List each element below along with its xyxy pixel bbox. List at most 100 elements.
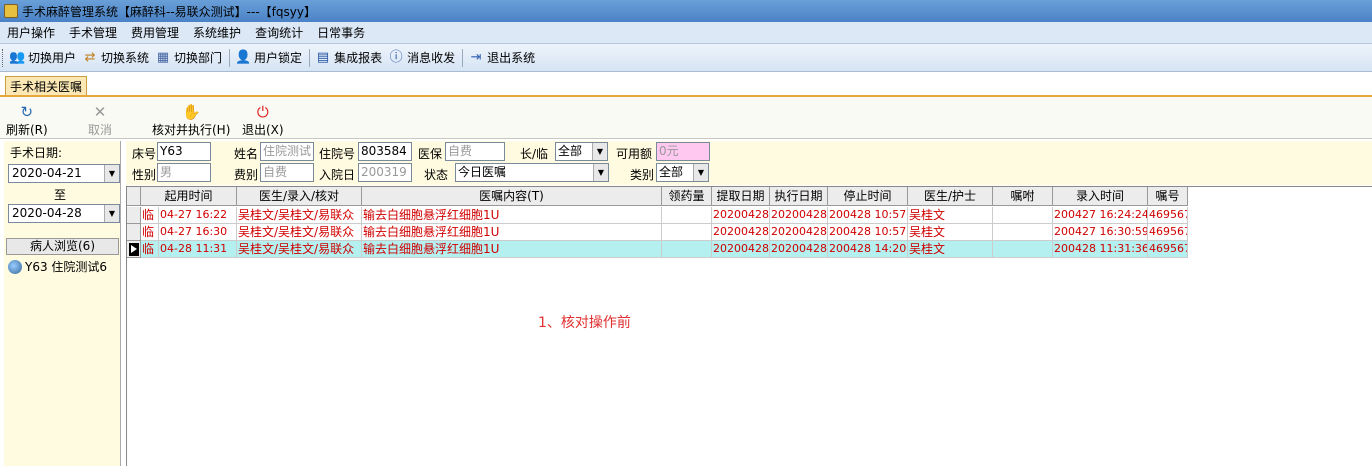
content-cell: 输去白细胞悬浮红细胞1U: [362, 241, 662, 258]
menu-daily[interactable]: 日常事务: [310, 24, 372, 41]
menu-surgery[interactable]: 手术管理: [62, 24, 124, 41]
bed-field[interactable]: Y63: [157, 142, 211, 161]
exec-cell: 20200428: [770, 224, 828, 241]
grid-header-doctors[interactable]: 医生/录入/核对: [237, 187, 362, 206]
exit-system-button[interactable]: ⇥ 退出系统: [468, 49, 535, 66]
grid-header-content[interactable]: 医嘱内容(T): [362, 187, 662, 206]
start-cell: 04-27 16:30: [159, 224, 237, 241]
chevron-down-icon[interactable]: ▼: [693, 164, 708, 181]
toolbar-separator: [309, 48, 311, 67]
switch-user-button[interactable]: 👥 切换用户: [9, 49, 76, 66]
grid-header-indicator: [127, 187, 141, 206]
exit-button[interactable]: ⏻ 退出(X): [242, 103, 284, 138]
message-button[interactable]: ⓘ 消息收发: [388, 49, 456, 66]
grid-header-exec-date[interactable]: 执行日期: [770, 187, 828, 206]
message-icon: ⓘ: [389, 49, 403, 65]
switch-system-button[interactable]: ⇄ 切换系统: [82, 49, 149, 66]
extract-cell: 20200428: [712, 241, 770, 258]
gender-field[interactable]: 男: [157, 163, 211, 182]
entered-cell: 200428 11:31:36: [1053, 241, 1148, 258]
grid-header-start-time[interactable]: 起用时间: [141, 187, 237, 206]
lock-user-button[interactable]: 👤 用户锁定: [235, 49, 302, 66]
note-cell: [993, 241, 1053, 258]
chevron-down-icon[interactable]: ▼: [104, 205, 119, 222]
grid-header-entered[interactable]: 录入时间: [1053, 187, 1148, 206]
content-cell: 输去白细胞悬浮红细胞1U: [362, 207, 662, 224]
start-cell: 04-27 16:22: [159, 207, 237, 224]
current-row-arrow-icon: [129, 243, 139, 256]
row-indicator[interactable]: [127, 207, 141, 224]
type-cell: 临: [141, 224, 159, 241]
title-bar: 手术麻醉管理系统【麻醉科--易联众测试】---【fqsyy】: [0, 0, 1372, 22]
admission-no-field[interactable]: 803584: [358, 142, 412, 161]
chevron-down-icon[interactable]: ▼: [593, 164, 608, 181]
type-cell: 临: [141, 207, 159, 224]
annotation-text: 1、核对操作前: [538, 315, 631, 331]
report-icon: ▤: [316, 49, 330, 65]
type-cell: 临: [141, 241, 159, 258]
refresh-button[interactable]: ↻ 刷新(R): [6, 103, 48, 138]
extract-cell: 20200428: [712, 207, 770, 224]
available-field[interactable]: 0元: [656, 142, 710, 161]
date-to-picker[interactable]: 2020-04-28 ▼: [8, 204, 120, 223]
toolbar-separator: [229, 48, 231, 67]
doctors-cell: 吴桂文/吴桂文/易联众: [237, 224, 362, 241]
grid-header-doc-nurse[interactable]: 医生/护士: [908, 187, 993, 206]
admit-date-field[interactable]: 200319: [358, 163, 412, 182]
grid-header-extract-date[interactable]: 提取日期: [712, 187, 770, 206]
chevron-down-icon[interactable]: ▼: [104, 165, 119, 182]
grid-header-qty[interactable]: 领药量: [662, 187, 712, 206]
patient-list-item[interactable]: Y63 住院测试6: [8, 258, 107, 275]
to-label: 至: [54, 188, 67, 202]
stop-cell: 200428 14:20: [828, 241, 908, 258]
switch-system-icon: ⇄: [84, 49, 96, 65]
report-button[interactable]: ▤ 集成报表: [315, 49, 382, 66]
menu-fees[interactable]: 费用管理: [124, 24, 186, 41]
note-cell: [993, 224, 1053, 241]
insurance-field[interactable]: 自费: [445, 142, 505, 161]
cancel-icon: ✕: [93, 103, 107, 121]
date-from-picker[interactable]: 2020-04-21 ▼: [8, 164, 120, 183]
toolbar: 👥 切换用户 ⇄ 切换系统 ▦ 切换部门 👤 用户锁定 ▤ 集成报表 ⓘ 消息收发 ⇥ 退出系…: [0, 44, 1372, 72]
switch-department-button[interactable]: ▦ 切换部门: [155, 49, 222, 66]
verify-execute-button[interactable]: ✋ 核对并执行(H): [152, 103, 230, 138]
qty-cell: [662, 224, 712, 241]
grid-header-stop-time[interactable]: 停止时间: [828, 187, 908, 206]
action-bar: ↻ 刷新(R) ✕ 取消 ✋ 核对并执行(H) ⏻ 退出(X): [0, 97, 1372, 139]
hand-icon: ✋: [182, 103, 201, 121]
extract-cell: 20200428: [712, 224, 770, 241]
app-icon: [4, 4, 18, 18]
toolbar-grip[interactable]: [2, 48, 5, 67]
doctors-cell: 吴桂文/吴桂文/易联众: [237, 241, 362, 258]
qty-cell: [662, 207, 712, 224]
grid-header-order-no[interactable]: 嘱号: [1148, 187, 1188, 206]
bed-label: 床号: [132, 147, 157, 161]
menu-system[interactable]: 系统维护: [186, 24, 248, 41]
long-temp-select[interactable]: 全部 ▼: [555, 142, 608, 161]
tab-surgery-orders[interactable]: 手术相关医嘱: [5, 76, 88, 97]
toolbar-separator: [462, 48, 464, 67]
grid-header-note[interactable]: 嘱咐: [993, 187, 1053, 206]
stop-cell: 200428 10:57: [828, 207, 908, 224]
row-indicator[interactable]: [127, 224, 141, 241]
patient-browse-header[interactable]: 病人浏览(6): [6, 238, 119, 255]
chevron-down-icon[interactable]: ▼: [592, 143, 607, 160]
category-select[interactable]: 全部 ▼: [656, 163, 709, 182]
name-field[interactable]: 住院测试: [260, 142, 314, 161]
exit-icon: ⇥: [470, 49, 482, 65]
patient-icon: [8, 259, 22, 274]
menu-query[interactable]: 查询统计: [248, 24, 310, 41]
refresh-icon: ↻: [20, 103, 34, 121]
status-select[interactable]: 今日医嘱 ▼: [455, 163, 609, 182]
cancel-button[interactable]: ✕ 取消: [88, 103, 112, 138]
order-no-cell: 469567: [1148, 224, 1188, 241]
doc-nurse-cell: 吴桂文: [908, 241, 993, 258]
menu-user-ops[interactable]: 用户操作: [0, 24, 62, 41]
surgery-date-label: 手术日期:: [10, 146, 63, 160]
name-label: 姓名: [234, 147, 259, 161]
long-temp-label: 长/临: [520, 147, 549, 161]
doc-nurse-cell: 吴桂文: [908, 207, 993, 224]
row-indicator-current[interactable]: [127, 241, 141, 258]
left-panel: 手术日期: 2020-04-21 ▼ 至 2020-04-28 ▼ 病人浏览(6…: [4, 141, 121, 466]
fee-type-field[interactable]: 自费: [260, 163, 314, 182]
